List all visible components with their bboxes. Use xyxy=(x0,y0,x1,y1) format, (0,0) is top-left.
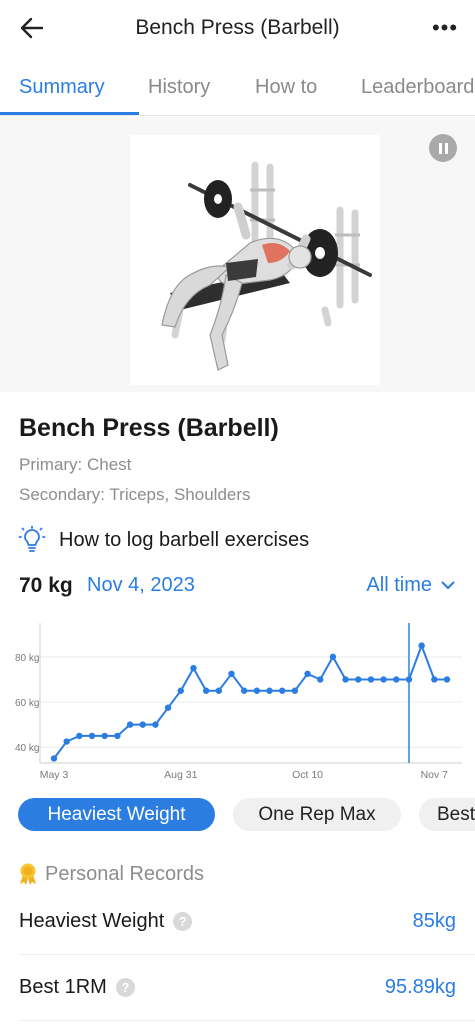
data-point xyxy=(63,738,70,745)
selected-value: 70 kg xyxy=(19,574,73,597)
data-point xyxy=(139,721,146,728)
data-point xyxy=(291,687,299,694)
record-row-heaviest-weight: Heaviest Weight ? 85kg xyxy=(0,896,475,950)
primary-muscle: Primary: Chest xyxy=(19,455,132,474)
tab-how-to[interactable]: How to xyxy=(255,76,317,99)
data-point xyxy=(202,687,210,694)
data-point xyxy=(380,676,387,683)
divider xyxy=(19,1020,475,1021)
metric-selector: Heaviest Weight One Rep Max Best Set Vol… xyxy=(0,798,475,834)
data-point xyxy=(253,687,261,694)
data-point xyxy=(76,732,83,740)
tab-summary[interactable]: Summary xyxy=(19,76,105,99)
data-point xyxy=(266,687,273,694)
pill-heaviest-weight[interactable]: Heaviest Weight xyxy=(18,798,215,831)
record-label-text: Heaviest Weight xyxy=(19,910,165,932)
exercise-name: Bench Press (Barbell) xyxy=(19,414,279,442)
data-point xyxy=(342,676,349,683)
help-icon[interactable]: ? xyxy=(115,978,135,997)
divider xyxy=(19,954,475,955)
progress-chart[interactable]: 80 kg 60 kg 40 kg May 3 Aug 31 Oct 10 Nov 7 xyxy=(0,615,475,785)
more-horizontal-icon: ••• xyxy=(431,15,459,40)
y-tick-label: 40 kg xyxy=(15,743,39,754)
data-point xyxy=(418,642,425,649)
record-row-best-1rm: Best 1RM ? 95.89kg xyxy=(0,962,475,1016)
x-tick-label: May 3 xyxy=(40,769,69,781)
help-icon[interactable]: ? xyxy=(173,912,193,931)
data-point xyxy=(126,721,134,728)
pill-one-rep-max[interactable]: One Rep Max xyxy=(233,798,401,831)
record-value-heaviest-weight: 85kg xyxy=(412,910,456,932)
data-point xyxy=(101,732,108,740)
data-point xyxy=(431,676,438,683)
y-tick-label: 80 kg xyxy=(15,653,39,664)
exercise-animation xyxy=(0,117,475,392)
data-point xyxy=(190,664,197,672)
data-point xyxy=(443,676,451,683)
data-point xyxy=(164,704,172,711)
record-label-heaviest-weight: Heaviest Weight ? xyxy=(19,910,193,933)
x-tick-label: Oct 10 xyxy=(292,769,323,781)
pause-icon-bar-right xyxy=(444,142,448,154)
progress-chart-svg: 80 kg 60 kg 40 kg May 3 Aug 31 Oct 10 Nov 7 xyxy=(15,623,462,781)
data-point xyxy=(152,721,159,728)
more-options-button[interactable]: ••• xyxy=(429,14,461,42)
data-point xyxy=(405,676,413,683)
data-point xyxy=(88,732,96,740)
time-range-dropdown[interactable]: All time xyxy=(366,574,455,597)
selected-date: Nov 4, 2023 xyxy=(87,574,195,596)
data-point xyxy=(393,676,400,683)
pill-best-set-volume[interactable]: Best Set Volume xyxy=(419,798,475,831)
secondary-muscles: Secondary: Triceps, Shoulders xyxy=(19,485,251,504)
how-to-log-link[interactable]: How to log barbell exercises xyxy=(17,524,309,556)
record-value-best-1rm: 95.89kg xyxy=(384,976,456,998)
y-tick-label: 60 kg xyxy=(15,698,39,709)
data-point xyxy=(177,687,184,694)
data-point xyxy=(228,670,235,678)
tab-bar: Summary History How to Leaderboard xyxy=(0,66,475,116)
medal-icon xyxy=(20,863,36,885)
chevron-down-icon xyxy=(441,581,455,589)
tab-leaderboard[interactable]: Leaderboard xyxy=(361,76,474,99)
tab-history[interactable]: History xyxy=(148,76,210,99)
data-point xyxy=(329,653,337,661)
how-to-log-text: How to log barbell exercises xyxy=(59,528,310,551)
lightbulb-icon xyxy=(18,525,46,552)
personal-records-header: Personal Records xyxy=(17,860,204,888)
x-tick-label: Nov 7 xyxy=(421,769,449,781)
data-point xyxy=(215,687,223,694)
data-point xyxy=(50,755,58,762)
time-range-label: All time xyxy=(366,574,432,596)
data-point xyxy=(317,676,324,683)
data-point xyxy=(367,676,375,683)
record-label-best-1rm: Best 1RM ? xyxy=(19,976,135,999)
data-point xyxy=(114,732,121,740)
page-title: Bench Press (Barbell) xyxy=(135,16,340,39)
active-tab-indicator xyxy=(0,112,139,115)
data-point xyxy=(304,670,311,678)
data-point xyxy=(240,687,248,694)
exercise-illustration xyxy=(130,135,380,385)
data-point xyxy=(355,676,362,683)
bench-press-illustration xyxy=(161,161,372,371)
x-tick-label: Aug 31 xyxy=(164,769,197,781)
top-bar: Bench Press (Barbell) ••• xyxy=(0,0,475,56)
pause-button[interactable] xyxy=(429,134,457,162)
pause-icon-bar-left xyxy=(438,142,442,154)
personal-records-title: Personal Records xyxy=(45,862,204,885)
record-label-text: Best 1RM xyxy=(19,976,107,998)
data-point xyxy=(278,687,286,694)
